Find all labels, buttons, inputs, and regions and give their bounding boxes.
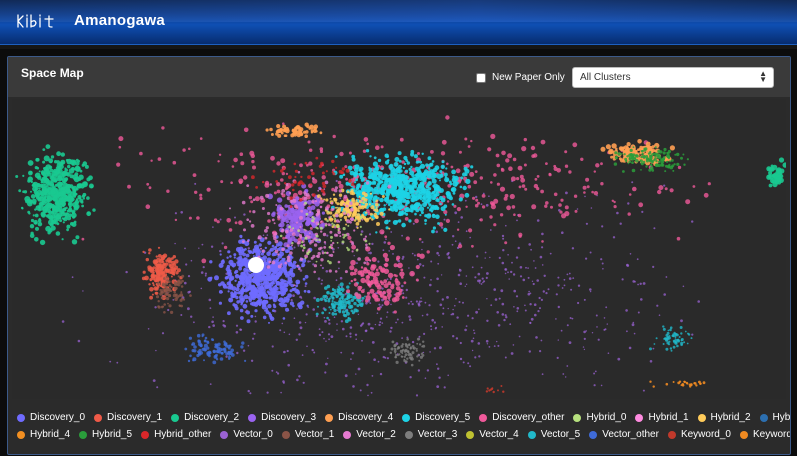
cluster-points: [485, 385, 505, 394]
legend-row: Hybrid_4 Hybrid_5 Hybrid_other Vector_0 Vect…: [17, 426, 790, 443]
legend-item[interactable]: Keyword_0: [667, 429, 731, 440]
legend-label: Keyword_1: [752, 429, 790, 440]
legend-item[interactable]: Hybrid_0: [573, 412, 626, 423]
legend-label: Discovery_3: [261, 412, 317, 423]
legend-item[interactable]: Hybrid_1: [635, 412, 689, 423]
new-paper-only-label: New Paper Only: [492, 72, 565, 83]
space-map-canvas[interactable]: [12, 99, 786, 399]
legend-label: Discovery_0: [30, 412, 86, 423]
legend-label: Vector_1: [294, 429, 335, 440]
cluster-select[interactable]: All Clusters ▲ ▼: [572, 67, 774, 88]
legend-item[interactable]: Vector_5: [527, 429, 581, 440]
legend-item[interactable]: Hybrid_other: [141, 429, 211, 440]
legend-item[interactable]: Hybrid_5: [79, 429, 132, 440]
space-map-panel: Space Map New Paper Only All Clusters ▲ ▼…: [7, 56, 791, 455]
cluster-points: [265, 122, 323, 138]
legend-item[interactable]: Discovery_other: [479, 412, 564, 423]
legend-swatch: [141, 430, 150, 439]
legend-item[interactable]: Vector_4: [466, 429, 519, 440]
legend-item[interactable]: Discovery_5: [402, 412, 470, 423]
legend-item[interactable]: Discovery_1: [94, 412, 162, 423]
legend-swatch: [325, 413, 334, 422]
legend-item[interactable]: Hybrid_2: [697, 412, 751, 423]
legend-item[interactable]: Hybrid_3: [759, 412, 791, 423]
legend-item[interactable]: Discovery_3: [248, 412, 316, 423]
legend-label: Vector_5: [540, 429, 581, 440]
legend-item[interactable]: Discovery_0: [17, 412, 85, 423]
select-arrows-icon: ▲ ▼: [759, 69, 767, 84]
legend-swatch: [94, 413, 103, 422]
header-divider: [0, 45, 797, 49]
legend-swatch: [527, 430, 536, 439]
cluster-points: [207, 234, 313, 324]
legend-swatch: [220, 430, 229, 439]
legend-swatch: [466, 430, 475, 439]
legend-label: Discovery_2: [184, 412, 240, 423]
legend-swatch: [667, 430, 676, 439]
legend-label: Hybrid_3: [772, 412, 791, 423]
legend-label: Hybrid_5: [92, 429, 133, 440]
legend-swatch: [402, 413, 411, 422]
legend-swatch: [635, 413, 644, 422]
legend-label: Hybrid_2: [710, 412, 751, 423]
legend-swatch: [79, 430, 88, 439]
brand-logo[interactable]: Amanogawa: [16, 12, 165, 29]
legend-label: Vector_0: [233, 429, 273, 440]
new-paper-only-checkbox[interactable]: [476, 72, 486, 83]
app-header: Amanogawa: [0, 0, 797, 45]
legend-label: Vector_2: [356, 429, 396, 440]
legend-swatch: [573, 413, 582, 422]
legend-item[interactable]: Discovery_4: [325, 412, 393, 423]
legend-label: Discovery_4: [338, 412, 394, 423]
legend-item[interactable]: Discovery_2: [171, 412, 239, 423]
selected-point-marker[interactable]: [248, 257, 264, 273]
legend-label: Hybrid_1: [648, 412, 689, 423]
legend-swatch: [759, 413, 768, 422]
legend-swatch: [248, 413, 257, 422]
legend-item[interactable]: Vector_3: [404, 429, 458, 440]
legend-swatch: [17, 413, 25, 422]
legend-swatch: [404, 430, 413, 439]
legend-label: Keyword_0: [680, 429, 731, 440]
legend-label: Vector_4: [479, 429, 519, 440]
new-paper-only-toggle[interactable]: New Paper Only: [476, 72, 565, 83]
kibit-logo-icon: [17, 13, 54, 28]
legend-label: Discovery_5: [415, 412, 471, 423]
cluster-select-value: All Clusters: [580, 72, 631, 83]
legend-item[interactable]: Keyword_1: [739, 429, 790, 440]
legend-item[interactable]: Vector_other: [589, 429, 659, 440]
legend-item[interactable]: Vector_2: [343, 429, 396, 440]
legend-label: Vector_3: [417, 429, 458, 440]
cluster-legend: Discovery_0 Discovery_1 Discovery_2 Discove…: [17, 409, 790, 443]
legend-swatch: [281, 430, 290, 439]
legend-label: Hybrid_other: [154, 429, 212, 440]
cluster-points: [766, 157, 786, 188]
cluster-points: [649, 380, 706, 388]
legend-swatch: [171, 413, 180, 422]
legend-label: Hybrid_0: [586, 412, 627, 423]
legend-swatch: [589, 430, 598, 439]
cluster-points: [649, 325, 693, 352]
cluster-points: [15, 144, 96, 246]
legend-item[interactable]: Hybrid_4: [17, 429, 70, 440]
legend-label: Discovery_other: [492, 412, 565, 423]
legend-swatch: [739, 430, 748, 439]
legend-swatch: [479, 413, 488, 422]
legend-row: Discovery_0 Discovery_1 Discovery_2 Discove…: [17, 409, 790, 426]
legend-item[interactable]: Vector_1: [281, 429, 335, 440]
legend-swatch: [697, 413, 706, 422]
legend-label: Vector_other: [602, 429, 659, 440]
legend-swatch: [17, 430, 25, 439]
legend-item[interactable]: Vector_0: [220, 429, 273, 440]
legend-label: Hybrid_4: [30, 429, 71, 440]
cluster-points: [184, 333, 247, 365]
panel-title: Space Map: [21, 66, 84, 80]
legend-swatch: [343, 430, 352, 439]
app-title: Amanogawa: [74, 12, 166, 29]
legend-label: Discovery_1: [107, 412, 163, 423]
cluster-points: [382, 337, 426, 367]
